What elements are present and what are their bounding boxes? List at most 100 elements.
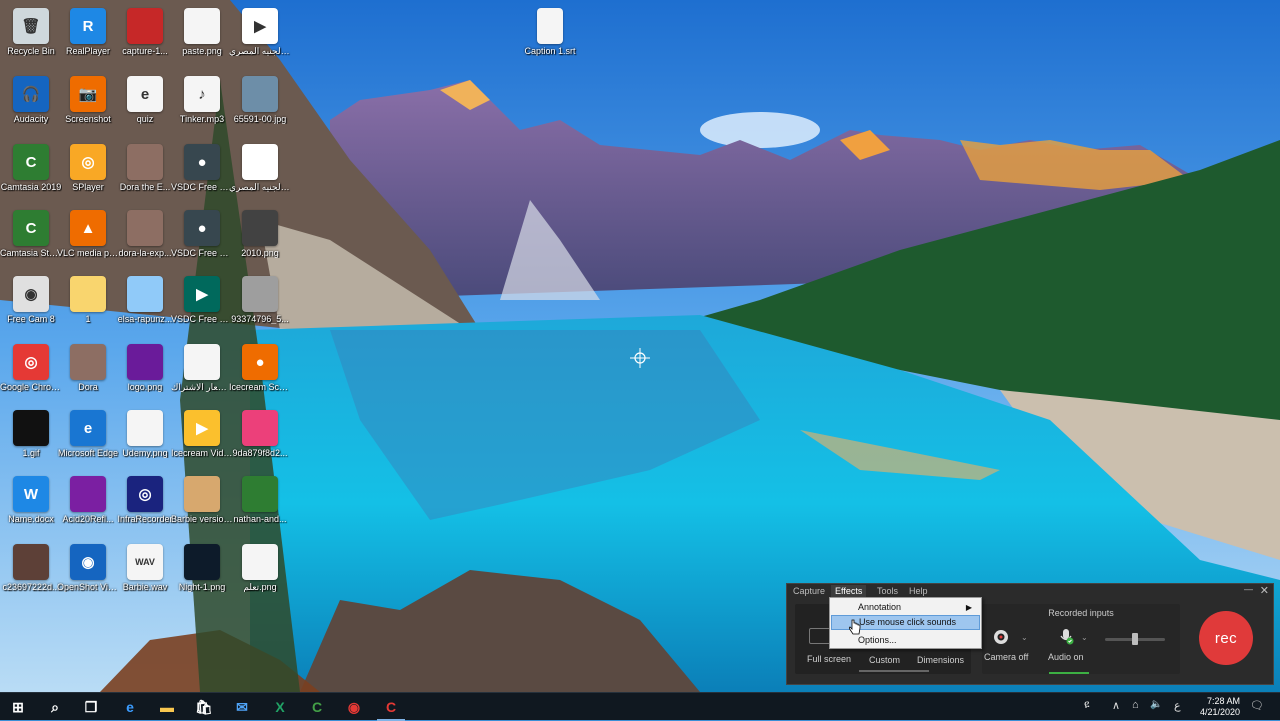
menu-item-annotation[interactable]: Annotation ▶ (831, 600, 980, 615)
desktop-icon[interactable]: ◉ OpenShot Video Editor (57, 540, 119, 606)
desktop-icon-label: Screenshot (65, 114, 111, 124)
menu-item-options[interactable]: Options... (831, 633, 980, 648)
desktop-icon[interactable]: 1 (57, 272, 119, 338)
recorded-inputs-title: Recorded inputs (1048, 608, 1114, 618)
splayer-icon: ◎ (70, 144, 106, 180)
desktop-icon[interactable]: ◎ SPlayer (57, 140, 119, 206)
audio-volume-knob[interactable] (1132, 633, 1138, 645)
desktop-icon[interactable]: ▲ VLC media player (57, 206, 119, 272)
desktop-icon[interactable]: Dora the E... (114, 140, 176, 206)
desktop-icon[interactable]: paste.png (171, 4, 233, 70)
microphone-icon[interactable] (1057, 628, 1075, 646)
mail-icon[interactable]: ✉ (224, 693, 260, 721)
file-explorer-icon[interactable]: ▬ (149, 693, 185, 721)
desktop-icon[interactable]: 9da879f8d2... (229, 406, 291, 472)
desktop-icon[interactable]: Barbie version.png (171, 472, 233, 538)
custom-label[interactable]: Custom (869, 655, 900, 665)
desktop-icon[interactable]: شعار الاشتراك.png (171, 340, 233, 406)
desktop-icon[interactable]: ● VSDC Free Video Ca... (171, 206, 233, 272)
desktop-icon-label: Icecream Video Editor (171, 448, 233, 458)
desktop-icon[interactable]: WAV Barbie.wav (114, 540, 176, 606)
text-file-icon (537, 8, 563, 44)
desktop-icon[interactable]: e Microsoft Edge (57, 406, 119, 472)
rec-button[interactable]: rec (1199, 611, 1253, 665)
desktop-icon-label: الجنيه المصري.mov (229, 182, 291, 192)
menu-effects[interactable]: Effects (831, 585, 867, 597)
desktop-icon[interactable]: Udemy.png (114, 406, 176, 472)
desktop-icon[interactable]: 65591-00.jpg (229, 72, 291, 138)
desktop-icon[interactable]: ▶ Icecream Video Editor (171, 406, 233, 472)
desktop-icon[interactable]: dora-la-exp... (114, 206, 176, 272)
desktop-icon[interactable]: 93374796_5... (229, 272, 291, 338)
desktop-icon[interactable]: e quiz (114, 72, 176, 138)
minimize-icon[interactable]: — (1244, 584, 1253, 594)
notifications-icon[interactable]: 🗨 (1250, 699, 1264, 712)
chevron-up-icon[interactable]: ∧ (1112, 699, 1120, 712)
full-screen-button[interactable] (809, 628, 831, 644)
desktop-icon[interactable]: Night-1.png (171, 540, 233, 606)
menu-tools[interactable]: Tools (873, 585, 902, 597)
store-icon[interactable]: 🛍 (186, 693, 222, 721)
desktop-icon[interactable]: ◎ InfraRecorder (114, 472, 176, 538)
desktop-icon[interactable]: الجنيه المصري.mov (229, 140, 291, 206)
volume-icon[interactable]: 🔈 (1150, 699, 1162, 710)
desktop-icon[interactable]: ◎ Google Chrome (0, 340, 62, 406)
desktop-icon-label: dora-la-exp... (118, 248, 172, 258)
menu-item-label: Options... (858, 635, 897, 645)
desktop-icon[interactable]: C Camtasia 2019 (0, 140, 62, 206)
close-icon[interactable]: ✕ (1260, 584, 1269, 597)
desktop-icon[interactable]: R RealPlayer (57, 4, 119, 70)
network-icon[interactable]: ⌂ (1132, 699, 1139, 711)
desktop-icon-caption-srt[interactable]: Caption 1.srt (519, 4, 581, 70)
taskbar-glyph: ⊞ (12, 698, 24, 715)
desktop-icon[interactable]: nathan-and... (229, 472, 291, 538)
image-file-icon (127, 8, 163, 44)
desktop-icon[interactable]: ♪ Tinker.mp3 (171, 72, 233, 138)
desktop-icon[interactable]: ▶ VSDC Free Video Edit... (171, 272, 233, 338)
camtasia-recorder-taskbar-icon[interactable]: C (373, 693, 409, 721)
desktop-icon[interactable]: C Camtasia Studio 8 (0, 206, 62, 272)
audio-dropdown-icon[interactable]: ⌄ (1081, 633, 1088, 642)
video-file-icon (127, 144, 163, 180)
taskbar-glyph: ❐ (84, 698, 98, 715)
desktop-icon[interactable]: elsa-rapunz... (114, 272, 176, 338)
desktop-icon[interactable]: 2010.png (229, 206, 291, 272)
desktop-icon[interactable]: ◉ Free Cam 8 (0, 272, 62, 338)
chrome-taskbar-icon[interactable]: ◉ (336, 693, 372, 721)
dimension-slider[interactable] (859, 670, 929, 672)
camera-dropdown-icon[interactable]: ⌄ (1021, 633, 1028, 642)
search-icon[interactable]: ⌕ (37, 693, 73, 721)
menu-capture[interactable]: Capture (789, 585, 829, 597)
desktop-icon[interactable]: 📷 Screenshot (57, 72, 119, 138)
quiz-file-icon: e (127, 76, 163, 112)
people-icon[interactable]: ዩ (1084, 699, 1090, 712)
task-view-icon[interactable]: ❐ (73, 693, 109, 721)
dimensions-label[interactable]: Dimensions (917, 655, 964, 665)
image-file-icon (127, 410, 163, 446)
desktop-icon[interactable]: capture-1... (114, 4, 176, 70)
camera-icon[interactable] (992, 628, 1010, 646)
clock-time[interactable]: 7:28 AM (1180, 696, 1240, 706)
desktop-icon[interactable]: 🗑 Recycle Bin (0, 4, 62, 70)
desktop-icon[interactable]: ● Icecream Screen ... (229, 340, 291, 406)
desktop-icon[interactable]: W Name.docx (0, 472, 62, 538)
desktop-icon[interactable]: 🎧 Audacity (0, 72, 62, 138)
desktop-icon[interactable]: ● VSDC Free Screen Rec... (171, 140, 233, 206)
desktop-icon[interactable]: 1.gif (0, 406, 62, 472)
desktop-icon[interactable]: ▶ الجنيه المصري.wmv (229, 4, 291, 70)
desktop-icon[interactable]: تعلم.png (229, 540, 291, 606)
start-button[interactable]: ⊞ (0, 693, 36, 721)
desktop-icon[interactable]: Acid20Refl... (57, 472, 119, 538)
desktop-icon-label: 1 (85, 314, 91, 324)
edge-taskbar-icon[interactable]: e (112, 693, 148, 721)
camtasia-taskbar-icon[interactable]: C (299, 693, 335, 721)
clock-date[interactable]: 4/21/2020 (1180, 707, 1240, 717)
desktop-icon[interactable]: logo.png (114, 340, 176, 406)
desktop-icon-label: Caption 1.srt (524, 46, 576, 56)
excel-icon[interactable]: X (262, 693, 298, 721)
menu-help[interactable]: Help (905, 585, 932, 597)
desktop-icon-label: الجنيه المصري.wmv (229, 46, 291, 56)
desktop-icon[interactable]: Dora (57, 340, 119, 406)
desktop-icon[interactable]: c23697222d... (0, 540, 62, 606)
desktop-icon-label: RealPlayer (65, 46, 111, 56)
